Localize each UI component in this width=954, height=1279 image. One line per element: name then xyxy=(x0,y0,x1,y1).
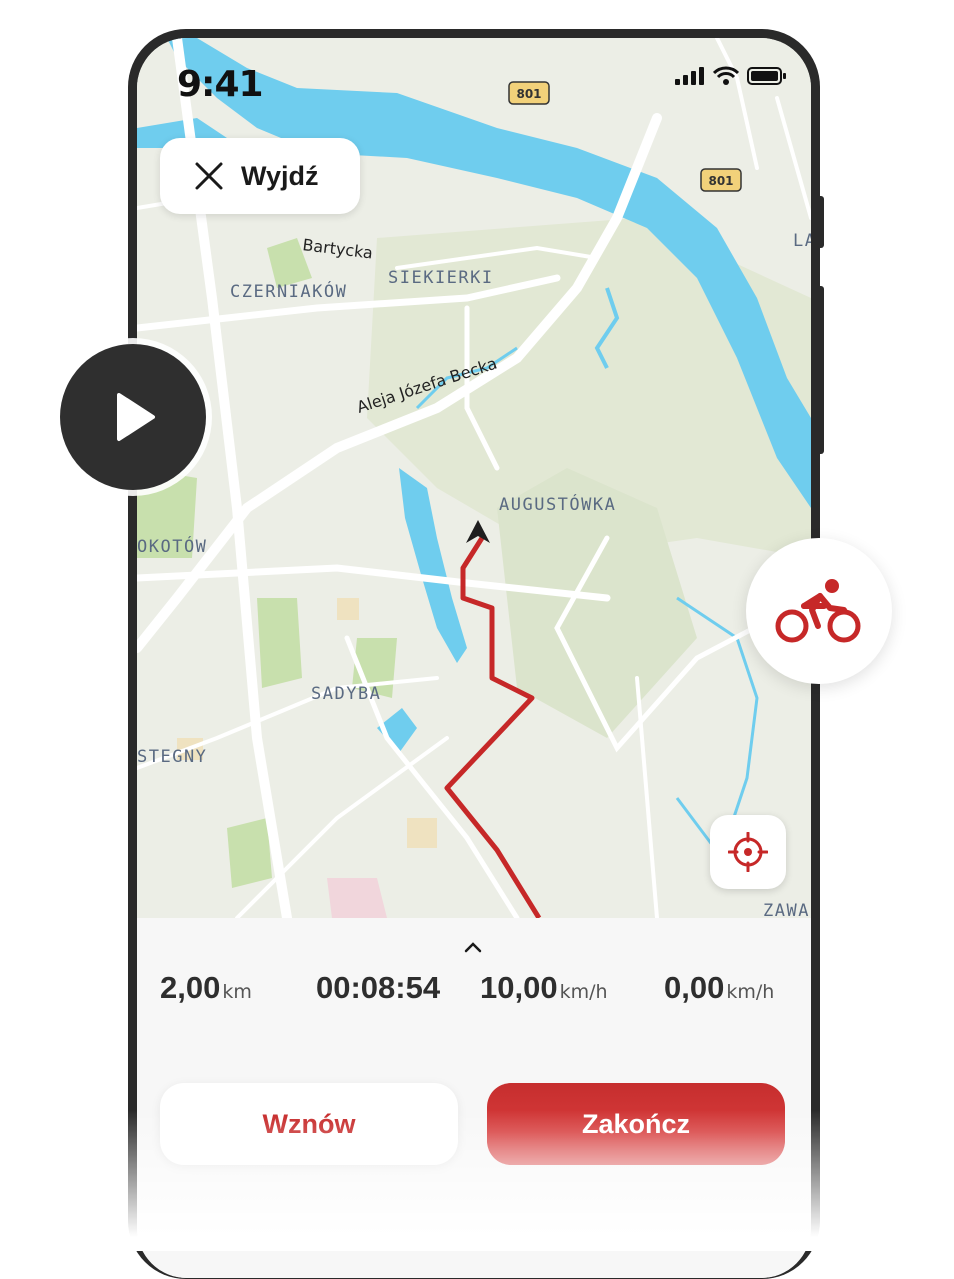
play-icon xyxy=(117,393,155,441)
app-screen: 801 801 Bartycka Aleja Józefa Becka CZER… xyxy=(137,38,811,1278)
battery-icon xyxy=(747,67,786,85)
svg-text:801: 801 xyxy=(516,87,541,101)
road-shield: 801 xyxy=(508,81,550,105)
stats-row: 2,00 km 00:08:54 10,00 km/h 0,00 km/h xyxy=(137,970,811,1020)
district-label: LA xyxy=(793,231,811,251)
time-stat: 00:08:54 xyxy=(316,970,440,1006)
locate-me-button[interactable] xyxy=(710,815,786,889)
status-icons xyxy=(675,66,787,86)
district-label: STEGNY xyxy=(137,747,207,767)
average-speed-value: 10,00 xyxy=(480,970,558,1005)
current-speed-value: 0,00 xyxy=(664,970,725,1005)
status-time: 9:41 xyxy=(177,64,264,105)
resume-button[interactable]: Wznów xyxy=(160,1083,458,1165)
activity-type-button[interactable] xyxy=(746,538,892,684)
exit-label: Wyjdź xyxy=(241,160,319,191)
district-label: SIEKIERKI xyxy=(388,268,494,288)
current-speed-stat: 0,00 km/h xyxy=(664,970,774,1006)
current-speed-unit: km/h xyxy=(726,981,775,1003)
distance-stat: 2,00 km xyxy=(160,970,252,1006)
district-label: AUGUSTÓWKA xyxy=(499,493,616,515)
play-button[interactable] xyxy=(60,344,206,490)
average-speed-unit: km/h xyxy=(559,981,608,1003)
side-button xyxy=(816,286,824,454)
svg-text:801: 801 xyxy=(708,174,733,188)
district-label: ZAWA xyxy=(763,901,810,918)
finish-button[interactable]: Zakończ xyxy=(487,1083,785,1165)
district-label: SADYBA xyxy=(311,684,381,704)
time-value: 00:08:54 xyxy=(316,970,441,1005)
chevron-up-icon[interactable] xyxy=(461,936,485,960)
distance-unit: km xyxy=(222,981,252,1003)
side-button xyxy=(816,196,824,248)
distance-value: 2,00 xyxy=(160,970,221,1005)
bicycle-icon xyxy=(775,579,861,643)
average-speed-stat: 10,00 km/h xyxy=(480,970,608,1006)
location-target-icon xyxy=(728,832,768,872)
close-icon xyxy=(195,162,223,190)
workout-panel: 2,00 km 00:08:54 10,00 km/h 0,00 km/h Wznów… xyxy=(137,918,811,1278)
district-label: OKOTÓW xyxy=(137,535,207,557)
district-label: CZERNIAKÓW xyxy=(230,280,347,302)
road-shield: 801 xyxy=(700,168,742,192)
wifi-icon xyxy=(713,66,739,85)
signal-icon xyxy=(675,67,704,85)
exit-button[interactable]: Wyjdź xyxy=(160,138,360,214)
